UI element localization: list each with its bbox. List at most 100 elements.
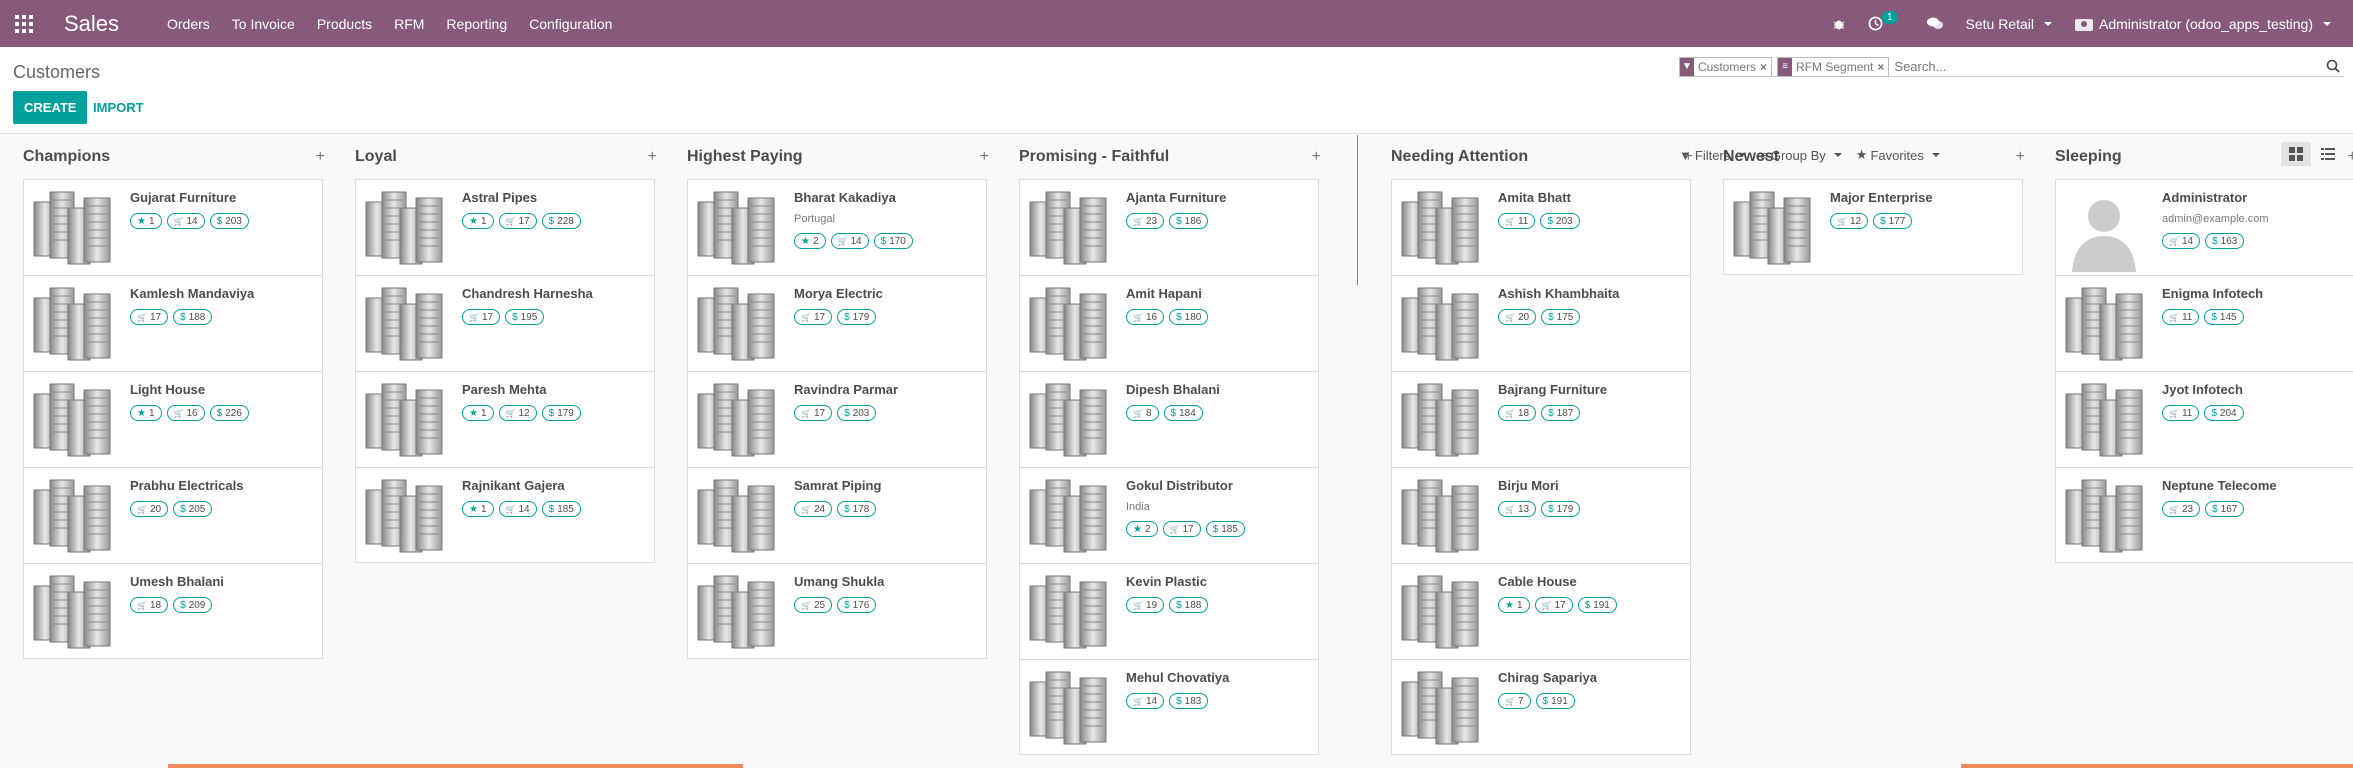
column-title[interactable]: Needing Attention — [1391, 148, 1528, 166]
badge-value: 17 — [813, 311, 826, 323]
kanban-card[interactable]: Birju Mori 🛒 13 $179 — [1391, 467, 1691, 563]
kanban-card[interactable]: Astral Pipes ★ 1 🛒 17 $228 — [355, 179, 655, 275]
kanban-card[interactable]: Neptune Telecome 🛒 23 $167 — [2055, 467, 2353, 563]
kanban-card[interactable]: Kevin Plastic 🛒 19 $188 — [1019, 563, 1319, 659]
search-facet-groupby[interactable]: ≡ RFM Segment × — [1777, 56, 1890, 77]
kanban-card[interactable]: Rajnikant Gajera ★ 1 🛒 14 $185 — [355, 467, 655, 563]
card-body: Bharat Kakadiya Portugal ★ 2 🛒 14 $170 — [784, 180, 913, 275]
customer-subtitle: India — [1126, 501, 1150, 513]
kanban-card[interactable]: Amita Bhatt 🛒 11 $203 — [1391, 179, 1691, 275]
badge-value: 175 — [1556, 311, 1574, 323]
kanban-card[interactable]: Gokul Distributor India ★ 2 🛒 17 $185 — [1019, 467, 1319, 563]
kanban-card[interactable]: Kamlesh Mandaviya 🛒 17 $188 — [23, 275, 323, 371]
quick-create-icon[interactable]: + — [2016, 148, 2025, 166]
app-title[interactable]: Sales — [64, 11, 156, 37]
kanban-card[interactable]: Administrator admin@example.com 🛒 14 $163 — [2055, 179, 2353, 275]
kanban-card[interactable]: Chandresh Harnesha 🛒 17 $195 — [355, 275, 655, 371]
badge-value: 179 — [557, 407, 574, 419]
kanban-card[interactable]: Bharat Kakadiya Portugal ★ 2 🛒 14 $170 — [687, 179, 987, 275]
star-icon: ★ — [137, 407, 146, 419]
column-header: Loyal + — [355, 135, 657, 179]
remove-facet-icon[interactable]: × — [1877, 60, 1888, 74]
rfm-badge: 🛒 18 — [130, 597, 169, 613]
quick-create-icon[interactable]: + — [1312, 148, 1321, 166]
card-body: Ashish Khambhaita 🛒 20 $175 — [1488, 276, 1619, 371]
menu-item-products[interactable]: Products — [306, 16, 383, 32]
kanban-card[interactable]: Major Enterprise 🛒 12 $177 — [1723, 179, 2023, 275]
menu-item-to-invoice[interactable]: To Invoice — [221, 16, 306, 32]
dollar-icon: $ — [880, 235, 887, 247]
customer-name: Jyot Infotech — [2162, 382, 2243, 397]
column-title[interactable]: Newest — [1723, 148, 1779, 166]
card-list: Ajanta Furniture 🛒 23 $186 Amit Hapani 🛒 16 $18… — [1019, 179, 1319, 755]
kanban-card[interactable]: Amit Hapani 🛒 16 $180 — [1019, 275, 1319, 371]
quick-create-icon[interactable]: + — [2348, 148, 2353, 166]
column-title[interactable]: Sleeping — [2055, 148, 2122, 166]
user-avatar-icon — [2074, 18, 2093, 31]
messaging-icon[interactable] — [1926, 16, 1944, 31]
rfm-badge: ★ 1 — [462, 501, 494, 517]
badge-value: 1 — [148, 215, 155, 227]
rfm-badge: 🛒 16 — [1126, 309, 1165, 325]
badge-value: 25 — [813, 599, 826, 611]
create-button[interactable]: CREATE — [13, 91, 88, 124]
horizontal-scrollbar[interactable] — [1961, 764, 2353, 768]
horizontal-scrollbar[interactable] — [168, 764, 743, 768]
kanban-card[interactable]: Bajrang Furniture 🛒 18 $187 — [1391, 371, 1691, 467]
user-menu[interactable]: Administrator (odoo_apps_testing) — [2074, 16, 2331, 32]
kanban-card[interactable]: Ajanta Furniture 🛒 23 $186 — [1019, 179, 1319, 275]
customer-name: Birju Mori — [1498, 478, 1559, 493]
column-title[interactable]: Highest Paying — [687, 148, 803, 166]
company-switcher[interactable]: Setu Retail — [1966, 16, 2052, 32]
kanban-card[interactable]: Ravindra Parmar 🛒 17 $203 — [687, 371, 987, 467]
quick-create-icon[interactable]: + — [648, 148, 657, 166]
search-facet-filter[interactable]: ▼ Customers × — [1679, 56, 1773, 77]
kanban-card[interactable]: Mehul Chovatiya 🛒 14 $183 — [1019, 659, 1319, 755]
column-title[interactable]: Promising - Faithful — [1019, 148, 1169, 166]
menu-item-rfm[interactable]: RFM — [383, 16, 435, 32]
kanban-card[interactable]: Ashish Khambhaita 🛒 20 $175 — [1391, 275, 1691, 371]
column-title[interactable]: Loyal — [355, 148, 397, 166]
remove-facet-icon[interactable]: × — [1760, 60, 1771, 74]
kanban-card[interactable]: Umesh Bhalani 🛒 18 $209 — [23, 563, 323, 659]
kanban-card[interactable]: Dipesh Bhalani 🛒 8 $184 — [1019, 371, 1319, 467]
column-header: Highest Paying + — [687, 135, 989, 179]
search-icon[interactable] — [2326, 59, 2340, 73]
kanban-card[interactable]: Morya Electric 🛒 17 $179 — [687, 275, 987, 371]
kanban-card[interactable]: Samrat Piping 🛒 24 $178 — [687, 467, 987, 563]
dollar-icon: $ — [548, 215, 555, 227]
kanban-card[interactable]: Chirag Sapariya 🛒 7 $191 — [1391, 659, 1691, 755]
kanban-card[interactable]: Paresh Mehta ★ 1 🛒 12 $179 — [355, 371, 655, 467]
dollar-icon: $ — [1548, 503, 1554, 515]
rfm-tags: 🛒 7 $191 — [1498, 693, 1597, 709]
search-input[interactable] — [1894, 59, 2344, 74]
menu-item-configuration[interactable]: Configuration — [518, 16, 623, 32]
bug-icon[interactable] — [1832, 17, 1846, 31]
kanban-card[interactable]: Light House ★ 1 🛒 16 $226 — [23, 371, 323, 467]
rfm-badge: $175 — [1541, 309, 1581, 325]
kanban-card[interactable]: Enigma Infotech 🛒 11 $145 — [2055, 275, 2353, 371]
rfm-badge: 🛒 12 — [1830, 213, 1869, 229]
import-button[interactable]: IMPORT — [84, 91, 153, 124]
kanban-card[interactable]: Gujarat Furniture ★ 1 🛒 14 $203 — [23, 179, 323, 275]
quick-create-icon[interactable]: + — [316, 148, 325, 166]
apps-menu-icon[interactable] — [14, 14, 34, 34]
activity-button[interactable]: 1 — [1868, 11, 1904, 31]
kanban-card[interactable]: Prabhu Electricals 🛒 20 $205 — [23, 467, 323, 563]
customer-name: Light House — [130, 382, 206, 397]
rfm-badge: $203 — [1540, 213, 1580, 229]
kanban-card[interactable]: Jyot Infotech 🛒 11 $204 — [2055, 371, 2353, 467]
menu-item-reporting[interactable]: Reporting — [435, 16, 518, 32]
column-title[interactable]: Champions — [23, 148, 110, 166]
badge-value: 11 — [2181, 311, 2193, 323]
rfm-tags: 🛒 19 $188 — [1126, 597, 1209, 613]
company-building-icon — [356, 468, 452, 564]
quick-create-icon[interactable]: + — [980, 148, 989, 166]
menu-item-orders[interactable]: Orders — [156, 16, 221, 32]
quick-create-icon[interactable]: + — [1684, 148, 1693, 166]
dollar-icon: $ — [1176, 215, 1182, 227]
dollar-icon: $ — [1212, 523, 1219, 535]
cart-icon: 🛒 — [1133, 216, 1143, 226]
kanban-card[interactable]: Cable House ★ 1 🛒 17 $191 — [1391, 563, 1691, 659]
kanban-card[interactable]: Umang Shukla 🛒 25 $176 — [687, 563, 987, 659]
